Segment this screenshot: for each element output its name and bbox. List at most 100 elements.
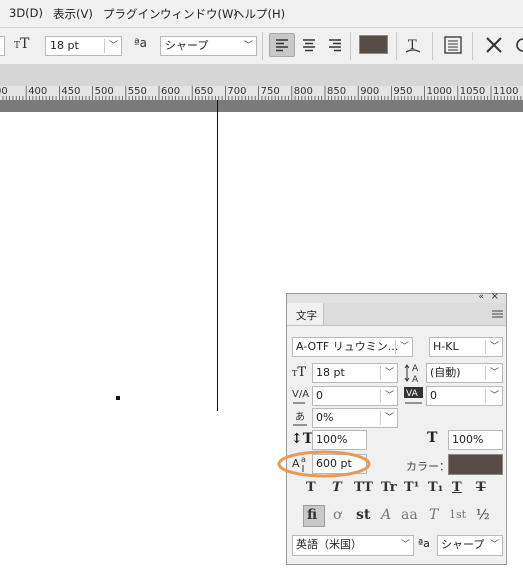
divider bbox=[472, 32, 473, 60]
faux-bold-button[interactable]: T bbox=[306, 480, 316, 495]
ordinals-button[interactable]: 1st bbox=[449, 508, 466, 521]
character-panel-toggle-icon[interactable] bbox=[442, 34, 464, 56]
horizontal-scale-field[interactable]: 100% bbox=[448, 430, 503, 450]
superscript-button[interactable]: T¹ bbox=[404, 480, 419, 495]
menu-window[interactable]: ウィンドウ(W) bbox=[160, 6, 238, 22]
font-style-dropdown-edge[interactable] bbox=[0, 36, 5, 56]
font-size-value: 18 pt bbox=[316, 366, 345, 379]
font-family-dropdown[interactable]: A-OTF リュウミン... ﹀ bbox=[292, 337, 413, 357]
ruler-label: 550 bbox=[127, 86, 147, 97]
tsume-field[interactable]: 0% ﹀ bbox=[312, 408, 398, 428]
style-button-row: T T TT Tr T¹ T₁ T T bbox=[287, 480, 506, 500]
chevron-down-icon: ﹀ bbox=[108, 41, 118, 51]
align-left-icon bbox=[276, 39, 288, 52]
menu-view[interactable]: 表示(V) bbox=[53, 6, 93, 22]
panel-tab-bar: 文字 bbox=[287, 303, 506, 326]
small-caps-button[interactable]: Tr bbox=[381, 480, 397, 495]
font-size-icon: TT bbox=[14, 36, 30, 52]
subscript-button[interactable]: T₁ bbox=[428, 480, 443, 495]
antialias-value: シャープ bbox=[441, 538, 485, 551]
ruler-label: 1000 bbox=[426, 86, 453, 97]
antialias-icon: ªa bbox=[134, 36, 148, 50]
highlight-ellipse bbox=[277, 450, 371, 478]
ruler-label: 850 bbox=[327, 86, 347, 97]
font-style-dropdown[interactable]: H-KL ﹀ bbox=[429, 337, 503, 357]
ruler-label: 1050 bbox=[459, 86, 486, 97]
language-value: 英語（米国） bbox=[296, 538, 362, 551]
titling-alternates-button[interactable]: T bbox=[429, 507, 438, 523]
kerning-field[interactable]: 0 ﹀ bbox=[312, 386, 398, 406]
chevron-down-icon: ﹀ bbox=[400, 540, 410, 550]
menu-bar: 3D(D) 表示(V) プラグイン ウィンドウ(W) ヘルプ(H) bbox=[0, 0, 523, 26]
divider bbox=[432, 32, 433, 60]
menu-help[interactable]: ヘルプ(H) bbox=[233, 6, 285, 22]
warp-text-icon[interactable]: T bbox=[402, 34, 424, 56]
align-right-icon[interactable] bbox=[324, 34, 346, 56]
stylistic-alternates-button[interactable]: aa bbox=[401, 507, 418, 523]
swash-button[interactable]: A bbox=[381, 507, 391, 523]
divider bbox=[262, 32, 263, 60]
ligature-label: fi bbox=[307, 507, 318, 523]
discretionary-ligature-button[interactable]: st bbox=[356, 507, 370, 523]
tracking-icon: VA bbox=[404, 387, 423, 404]
svg-text:A: A bbox=[412, 364, 419, 374]
ruler-label: 500 bbox=[94, 86, 114, 97]
strikethrough-button[interactable]: T bbox=[476, 480, 486, 495]
text-color-swatch[interactable] bbox=[448, 454, 503, 475]
ruler-label: 700 bbox=[227, 86, 247, 97]
all-caps-button[interactable]: TT bbox=[354, 480, 373, 495]
align-center-icon[interactable] bbox=[298, 34, 320, 56]
ruler-label: 400 bbox=[28, 86, 48, 97]
svg-text:A: A bbox=[412, 375, 419, 384]
ruler-label: 600 bbox=[161, 86, 181, 97]
ruler-label: 750 bbox=[260, 86, 280, 97]
ruler-label: 00 bbox=[0, 86, 8, 97]
svg-text:V/A: V/A bbox=[292, 389, 309, 400]
ruler-label: 800 bbox=[293, 86, 313, 97]
divider bbox=[396, 32, 397, 60]
text-color-swatch[interactable] bbox=[359, 35, 388, 54]
leading-icon: A A bbox=[404, 364, 419, 384]
tsume-icon: あ bbox=[293, 411, 307, 426]
svg-text:あ: あ bbox=[295, 411, 305, 423]
align-left-button[interactable] bbox=[269, 33, 295, 57]
canvas-top-band bbox=[0, 100, 523, 112]
antialias-icon: ªa bbox=[418, 537, 430, 550]
ruler-label: 650 bbox=[194, 86, 214, 97]
tab-character[interactable]: 文字 bbox=[287, 303, 324, 325]
character-panel: « × 文字 A-OTF リュウミン... ﹀ H-KL ﹀ TT 18 pt … bbox=[277, 291, 507, 565]
antialias-value: シャープ bbox=[165, 39, 209, 52]
underline-button[interactable]: T bbox=[452, 480, 462, 495]
horizontal-ruler: 00 400 450 500 550 600 650 700 750 800 850 900 950 10… bbox=[0, 86, 523, 101]
collapse-icon[interactable]: « bbox=[478, 292, 484, 302]
faux-italic-button[interactable]: T bbox=[332, 480, 342, 495]
anchor-point bbox=[116, 396, 120, 400]
chevron-down-icon: ﹀ bbox=[489, 540, 499, 550]
chevron-down-icon: ﹀ bbox=[384, 413, 394, 423]
antialias-dropdown[interactable]: シャープ ﹀ bbox=[437, 535, 503, 556]
tracking-value: 0 bbox=[430, 389, 437, 402]
menu-plugins[interactable]: プラグイン bbox=[103, 6, 161, 22]
kerning-icon: V/A bbox=[292, 389, 309, 404]
color-label: カラー： bbox=[406, 460, 450, 473]
vertical-scale-field[interactable]: 100% bbox=[312, 430, 367, 450]
antialias-dropdown[interactable]: シャープ ﹀ bbox=[160, 36, 257, 56]
commit-icon-partial[interactable] bbox=[512, 34, 523, 56]
tsume-value: 0% bbox=[316, 411, 334, 424]
old-style-button[interactable]: ơ bbox=[333, 507, 341, 523]
menu-3d[interactable]: 3D(D) bbox=[9, 6, 43, 20]
tracking-field[interactable]: 0 ﹀ bbox=[426, 386, 503, 406]
leading-field[interactable]: (自動) ﹀ bbox=[426, 363, 503, 383]
chevron-down-icon: ﹀ bbox=[489, 342, 499, 352]
cancel-icon[interactable] bbox=[483, 34, 505, 56]
font-size-dropdown[interactable]: 18 pt ﹀ bbox=[45, 36, 122, 56]
font-size-field[interactable]: 18 pt ﹀ bbox=[312, 363, 398, 383]
chevron-down-icon: ﹀ bbox=[489, 391, 499, 401]
panel-menu-icon[interactable] bbox=[492, 310, 503, 319]
ligature-button[interactable]: fi bbox=[303, 505, 325, 527]
panel-header: « × bbox=[287, 291, 506, 303]
fractions-button[interactable]: ½ bbox=[476, 507, 490, 523]
chevron-down-icon: ﹀ bbox=[399, 342, 409, 352]
close-icon[interactable]: × bbox=[491, 291, 499, 302]
language-dropdown[interactable]: 英語（米国） ﹀ bbox=[292, 535, 414, 556]
